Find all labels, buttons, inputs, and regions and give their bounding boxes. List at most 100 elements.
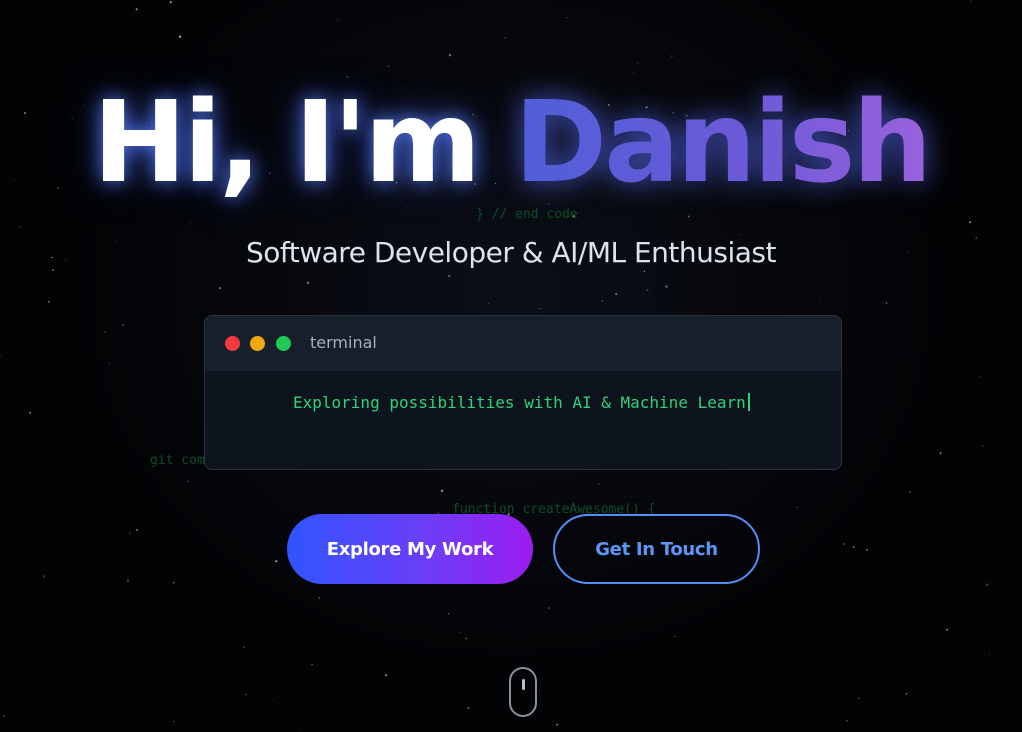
star [852, 545, 855, 548]
star [172, 581, 175, 584]
star [646, 289, 649, 292]
star [913, 415, 915, 417]
star [440, 489, 444, 492]
star [598, 483, 601, 485]
star [18, 225, 21, 228]
star [636, 62, 639, 64]
star [169, 1, 172, 4]
star [387, 65, 390, 68]
star [547, 607, 550, 610]
star [52, 269, 54, 271]
scroll-wheel-indicator [522, 679, 525, 690]
star [311, 663, 313, 666]
star [465, 637, 468, 640]
star [337, 19, 339, 21]
star [687, 215, 690, 218]
star [504, 37, 506, 39]
star [556, 723, 559, 726]
background-code-end: } // end code [476, 207, 578, 222]
star [632, 72, 634, 74]
star [135, 8, 138, 11]
star [909, 491, 911, 493]
star [601, 300, 604, 302]
star [674, 635, 676, 638]
star [845, 719, 848, 722]
star [968, 221, 972, 224]
star [566, 16, 568, 19]
close-dot-icon [225, 336, 240, 351]
mouse-scroll-icon[interactable] [509, 667, 537, 717]
background-code-git: git com [150, 453, 205, 468]
star [108, 362, 111, 365]
star [245, 693, 247, 696]
headline-greeting: Hi, I'm [92, 78, 515, 208]
text-cursor [747, 393, 750, 411]
star [459, 631, 461, 634]
star [275, 560, 278, 563]
star [539, 689, 541, 691]
terminal-output-line: Exploring possibilities with AI & Machin… [293, 393, 750, 412]
star [47, 300, 50, 303]
star [104, 330, 107, 333]
star [970, 0, 972, 2]
star [171, 26, 173, 28]
maximize-dot-icon [276, 336, 291, 351]
star [719, 10, 721, 12]
hero-section: } // end code git com function createAwe… [0, 0, 1022, 732]
star [615, 293, 618, 296]
star [986, 583, 989, 586]
star [980, 376, 982, 378]
hero-subtitle: Software Developer & AI/ML Enthusiast [246, 236, 776, 269]
star [539, 308, 541, 310]
star [740, 233, 742, 235]
star [306, 281, 310, 284]
star [0, 355, 1, 358]
star [643, 270, 646, 272]
star [946, 628, 949, 631]
star [218, 287, 221, 290]
star [447, 612, 450, 615]
star [448, 54, 452, 57]
star [668, 5, 670, 7]
terminal-title: terminal [310, 333, 377, 352]
star [939, 452, 942, 455]
minimize-dot-icon [250, 336, 265, 351]
explore-my-work-button[interactable]: Explore My Work [287, 514, 533, 584]
star [858, 697, 860, 700]
star [905, 693, 908, 695]
star [488, 303, 490, 304]
star [866, 548, 868, 551]
star [136, 529, 138, 531]
star [843, 543, 846, 545]
get-in-touch-button[interactable]: Get In Touch [553, 514, 760, 584]
star [187, 480, 189, 482]
star [665, 285, 668, 288]
terminal-window: terminal Exploring possibilities with AI… [204, 315, 842, 470]
star [467, 706, 470, 710]
star [448, 275, 451, 277]
star [42, 575, 46, 578]
star [243, 646, 245, 648]
star [29, 411, 31, 414]
star [796, 506, 798, 508]
star [885, 302, 888, 304]
hero-headline: Hi, I'm Danish [0, 78, 1022, 208]
star [2, 715, 5, 718]
star [623, 280, 625, 282]
star [671, 55, 673, 57]
star [78, 644, 80, 646]
star [272, 699, 274, 701]
terminal-typed-text: Exploring possibilities with AI & Machin… [293, 393, 746, 412]
star [126, 579, 130, 582]
star [318, 597, 321, 599]
terminal-title-bar: terminal [205, 316, 841, 371]
star [189, 222, 191, 224]
star [982, 445, 984, 447]
star [300, 730, 302, 732]
star [988, 653, 990, 655]
star [128, 532, 132, 535]
star [122, 324, 125, 327]
star [178, 35, 182, 38]
star [819, 301, 821, 303]
star [173, 720, 175, 723]
